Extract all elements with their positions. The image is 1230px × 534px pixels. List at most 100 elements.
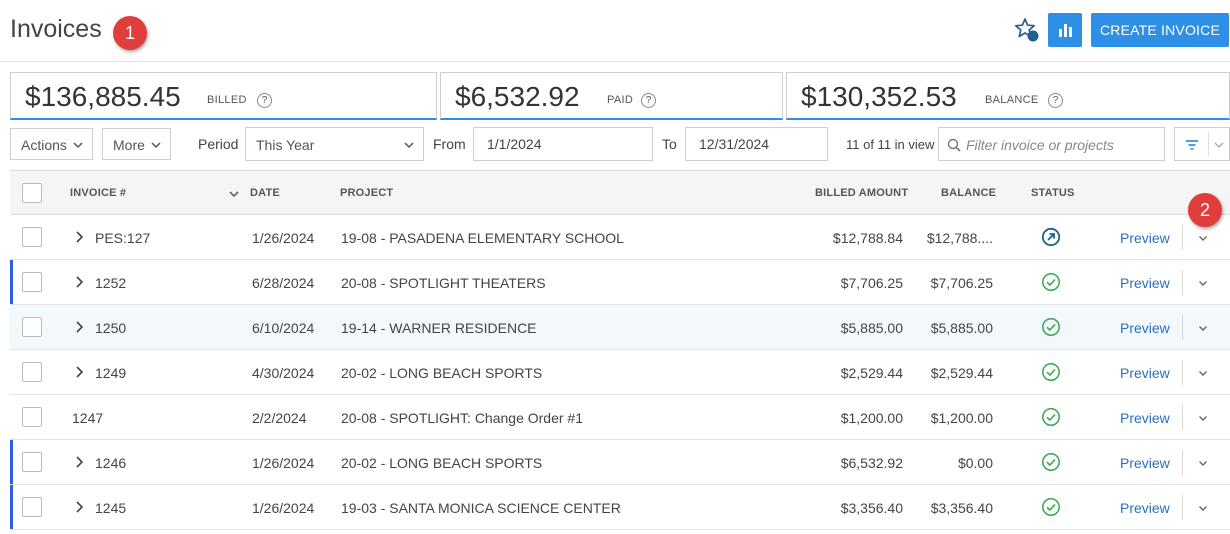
sort-chevron-down-icon[interactable]: [228, 188, 240, 200]
star-icon: [1014, 18, 1039, 42]
reports-button[interactable]: [1048, 13, 1082, 47]
chevron-right-icon[interactable]: [74, 365, 86, 379]
chevron-down-icon[interactable]: [1197, 232, 1209, 244]
invoice-project: 19-08 - PASADENA ELEMENTARY SCHOOL: [341, 230, 624, 246]
balance-help-icon[interactable]: ?: [1048, 93, 1063, 108]
balance-amount: $5,885.00: [930, 320, 993, 336]
chevron-right-icon[interactable]: [74, 500, 86, 514]
approved-status-icon: [1042, 363, 1060, 381]
table-row[interactable]: 1245 1/26/2024 19-03 - SANTA MONICA SCIENC…: [10, 485, 1230, 530]
paid-help-icon[interactable]: ?: [641, 93, 656, 108]
column-project[interactable]: PROJECT: [340, 187, 393, 199]
column-date[interactable]: DATE: [250, 187, 280, 199]
more-dropdown[interactable]: More: [102, 128, 171, 160]
invoice-number[interactable]: 1250: [95, 320, 126, 336]
search-placeholder: Filter invoice or projects: [966, 137, 1114, 153]
select-all-checkbox[interactable]: [22, 183, 42, 203]
invoice-number[interactable]: 1249: [95, 365, 126, 381]
preview-link[interactable]: Preview: [1120, 230, 1170, 246]
invoice-date: 6/28/2024: [252, 275, 315, 291]
billed-help-icon[interactable]: ?: [257, 93, 272, 108]
actions-dropdown[interactable]: Actions: [10, 128, 93, 160]
action-divider: [1182, 270, 1183, 295]
filter-button[interactable]: [1174, 127, 1230, 161]
preview-link[interactable]: Preview: [1120, 500, 1170, 516]
invoice-number[interactable]: 1245: [95, 500, 126, 516]
table-row[interactable]: 1250 6/10/2024 19-14 - WARNER RESIDENCE $5,…: [10, 305, 1230, 350]
invoice-number[interactable]: 1252: [95, 275, 126, 291]
from-label: From: [433, 136, 466, 152]
chevron-down-icon[interactable]: [1197, 412, 1209, 424]
paid-amount: $6,532.92: [455, 81, 580, 112]
column-invoice[interactable]: INVOICE #: [70, 187, 126, 199]
approved-status-icon: [1042, 273, 1060, 291]
period-select[interactable]: This Year: [245, 127, 424, 161]
preview-link[interactable]: Preview: [1120, 365, 1170, 381]
chevron-down-icon[interactable]: [1197, 502, 1209, 514]
invoice-date: 2/2/2024: [252, 410, 307, 426]
billed-amount: $6,532.92: [840, 455, 903, 471]
more-label: More: [113, 137, 145, 153]
invoice-date: 6/10/2024: [252, 320, 315, 336]
filter-icon: [1186, 140, 1198, 150]
column-status[interactable]: STATUS: [1031, 187, 1075, 199]
chevron-right-icon[interactable]: [74, 320, 86, 334]
page-title: Invoices: [10, 15, 102, 43]
billed-amount: $2,529.44: [840, 365, 903, 381]
invoice-number[interactable]: 1246: [95, 455, 126, 471]
table-row[interactable]: 1249 4/30/2024 20-02 - LONG BEACH SPORTS $2…: [10, 350, 1230, 395]
column-balance[interactable]: BALANCE: [941, 187, 996, 199]
approved-status-icon: [1042, 453, 1060, 471]
from-date-input[interactable]: 1/1/2024: [473, 127, 653, 161]
chevron-down-icon: [404, 142, 414, 149]
invoice-number[interactable]: PES:127: [95, 230, 150, 246]
balance-amount: $3,356.40: [930, 500, 993, 516]
action-divider: [1182, 315, 1183, 340]
to-date-input[interactable]: 12/31/2024: [685, 127, 828, 161]
row-checkbox[interactable]: [22, 452, 42, 472]
billed-amount: $3,356.40: [840, 500, 903, 516]
chevron-down-icon: [73, 142, 83, 149]
create-invoice-button[interactable]: CREATE INVOICE: [1091, 13, 1229, 47]
preview-link[interactable]: Preview: [1120, 320, 1170, 336]
row-checkbox[interactable]: [22, 362, 42, 382]
favorite-button[interactable]: [1013, 16, 1041, 44]
invoice-date: 1/26/2024: [252, 500, 315, 516]
paid-label: PAID: [607, 94, 634, 106]
table-row[interactable]: 1246 1/26/2024 20-02 - LONG BEACH SPORTS $6…: [10, 440, 1230, 485]
search-input[interactable]: Filter invoice or projects: [938, 127, 1165, 161]
chevron-down-icon[interactable]: [1197, 367, 1209, 379]
table-row[interactable]: 1247 2/2/2024 20-08 - SPOTLIGHT: Change Or…: [10, 395, 1230, 440]
row-checkbox[interactable]: [22, 272, 42, 292]
row-checkbox[interactable]: [22, 227, 42, 247]
row-checkbox[interactable]: [22, 497, 42, 517]
table-header: INVOICE # DATE PROJECT BILLED AMOUNT BAL…: [10, 170, 1230, 215]
chevron-down-icon[interactable]: [1197, 457, 1209, 469]
chevron-right-icon[interactable]: [74, 275, 86, 289]
chevron-down-icon[interactable]: [1197, 277, 1209, 289]
preview-link[interactable]: Preview: [1120, 410, 1170, 426]
column-billed-amount[interactable]: BILLED AMOUNT: [815, 187, 908, 199]
balance-amount: $1,200.00: [930, 410, 993, 426]
preview-link[interactable]: Preview: [1120, 455, 1170, 471]
row-checkbox[interactable]: [22, 407, 42, 427]
invoice-project: 20-08 - SPOTLIGHT THEATERS: [341, 275, 546, 291]
row-checkbox[interactable]: [22, 317, 42, 337]
billed-amount: $12,788.84: [832, 230, 903, 246]
billed-summary: $136,885.45 BILLED ?: [10, 72, 437, 120]
invoice-number[interactable]: 1247: [72, 410, 103, 426]
billed-amount: $1,200.00: [840, 410, 903, 426]
chevron-down-icon: [151, 142, 161, 149]
chevron-right-icon[interactable]: [74, 230, 86, 244]
approved-status-icon: [1042, 408, 1060, 426]
preview-link[interactable]: Preview: [1120, 275, 1170, 291]
chevron-down-icon[interactable]: [1197, 322, 1209, 334]
period-label: Period: [198, 136, 239, 152]
table-row[interactable]: PES:127 1/26/2024 19-08 - PASADENA ELEMENT…: [10, 215, 1230, 260]
chevron-down-icon[interactable]: [1213, 139, 1225, 151]
table-row[interactable]: 1252 6/28/2024 20-08 - SPOTLIGHT THEATERS $…: [10, 260, 1230, 305]
chevron-right-icon[interactable]: [74, 455, 86, 469]
invoice-project: 19-14 - WARNER RESIDENCE: [341, 320, 537, 336]
action-divider: [1182, 360, 1183, 385]
balance-label: BALANCE: [985, 94, 1039, 106]
